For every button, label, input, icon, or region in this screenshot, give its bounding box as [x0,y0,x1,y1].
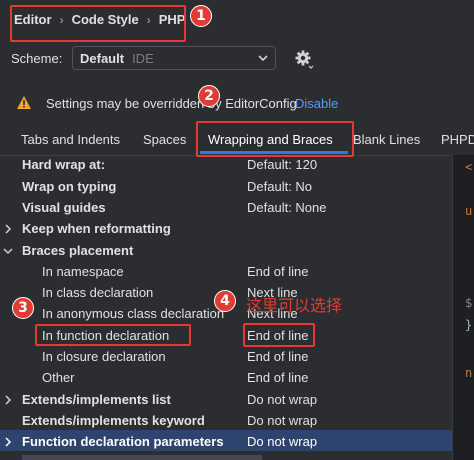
other-value[interactable]: End of line [247,370,308,385]
in-namespace-value[interactable]: End of line [247,264,308,279]
hard-wrap-label: Hard wrap at: [22,157,106,172]
scheme-value: Default [80,50,125,66]
disable-editorconfig-link[interactable]: Disable [295,96,338,111]
annotation-badge-1: 1 [190,5,212,27]
editorconfig-warning-text: Settings may be overridden by EditorConf… [46,96,297,111]
warning-icon [17,96,31,109]
scheme-label: Scheme: [11,51,63,66]
annotation-badge-3: 3 [12,297,34,319]
annotation-box-2 [196,121,354,157]
code-preview-char: $ [465,296,473,310]
keep-when-reformatting-group[interactable]: Keep when reformatting [22,221,171,236]
code-preview-char: u [465,204,473,218]
annotation-badge-4: 4 [214,290,236,312]
in-closure-declaration-value[interactable]: End of line [247,349,308,364]
wrap-on-typing-label: Wrap on typing [22,179,117,194]
other-label: Other [42,370,75,385]
gear-icon[interactable] [294,49,314,69]
braces-placement-group[interactable]: Braces placement [22,243,133,258]
annotation-note: 这里可以选择 [246,296,343,315]
extends-implements-keyword-label: Extends/implements keyword [22,413,205,428]
tab-tabs-and-indents[interactable]: Tabs and Indents [21,132,120,147]
chevron-right-icon[interactable] [3,437,13,447]
function-declaration-parameters-value[interactable]: Do not wrap [247,434,317,449]
wrap-on-typing-value[interactable]: Default: No [247,179,312,194]
next-row-partial [22,455,262,460]
chevron-right-icon[interactable] [3,224,13,234]
in-namespace-label: In namespace [42,264,124,279]
annotation-box-1 [10,5,186,42]
annotation-box-3 [35,324,191,346]
function-declaration-parameters-label[interactable]: Function declaration parameters [22,434,224,449]
in-closure-declaration-label: In closure declaration [42,349,166,364]
tab-phpdoc[interactable]: PHPD [441,132,474,147]
in-class-declaration-label: In class declaration [42,285,154,300]
tab-blank-lines[interactable]: Blank Lines [353,132,420,147]
visual-guides-value[interactable]: Default: None [247,200,327,215]
visual-guides-label: Visual guides [22,200,106,215]
code-preview-char: } [465,318,473,332]
code-preview-char: < [465,160,473,174]
extends-implements-list-label[interactable]: Extends/implements list [22,392,171,407]
tab-spaces[interactable]: Spaces [143,132,186,147]
chevron-right-icon[interactable] [3,395,13,405]
chevron-down-icon[interactable] [3,246,13,256]
annotation-box-4 [243,323,315,347]
annotation-badge-2: 2 [198,85,220,107]
scheme-select[interactable]: Default IDE [72,46,276,70]
in-anonymous-class-label: In anonymous class declaration [42,306,225,321]
chevron-down-icon [258,55,268,62]
extends-implements-keyword-value[interactable]: Do not wrap [247,413,317,428]
extends-implements-list-value[interactable]: Do not wrap [247,392,317,407]
scheme-sub: IDE [132,50,154,66]
code-preview-char: n [465,366,473,380]
hard-wrap-value[interactable]: Default: 120 [247,157,317,172]
